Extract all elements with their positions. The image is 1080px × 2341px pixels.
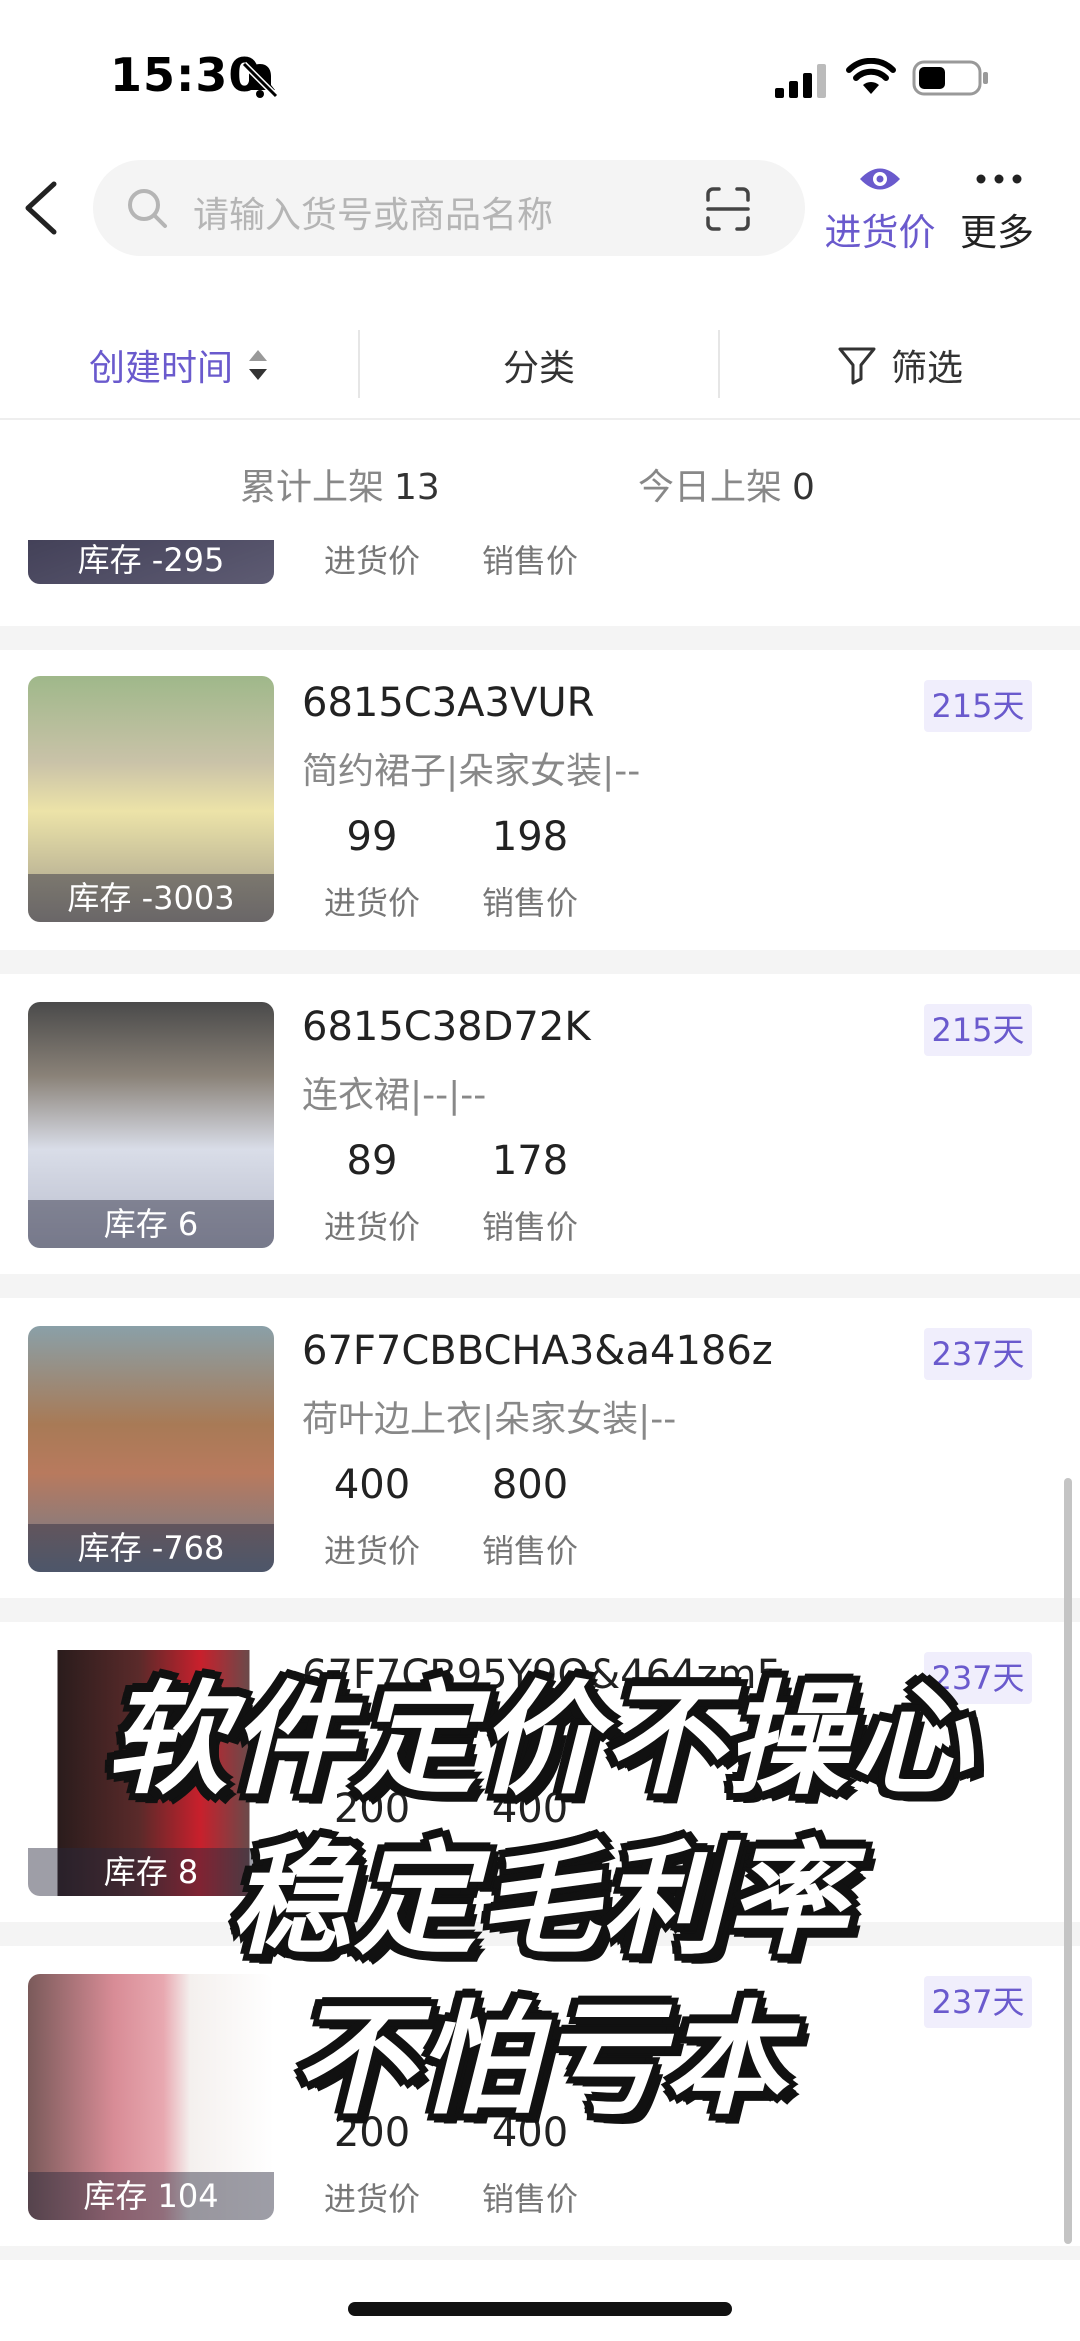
stat-today-listed: 今日上架 0 <box>638 458 815 510</box>
stat-total-label: 累计上架 <box>240 467 385 508</box>
purchase-price-value: 99 <box>346 814 398 860</box>
overlay-caption-line: 软件定价不操心 <box>106 1669 974 1811</box>
purchase-price-caption: 进货价 <box>323 2180 420 2218</box>
days-badge: 215天 <box>924 680 1032 732</box>
search-input[interactable]: 请输入货号或商品名称 <box>93 160 805 256</box>
card-separator <box>0 950 1080 974</box>
stat-total-listed: 累计上架 13 <box>240 458 440 510</box>
card-separator <box>0 1274 1080 1298</box>
stock-label: 库存 -768 <box>28 1524 274 1572</box>
more-button[interactable]: 更多 <box>952 158 1042 258</box>
product-category: 连衣裙|--|-- <box>302 1075 487 1116</box>
bell-slash-icon <box>241 61 279 99</box>
search-icon <box>128 189 167 228</box>
stat-total-value: 13 <box>394 467 440 508</box>
tab-filter[interactable]: 筛选 <box>720 320 1080 410</box>
stock-label: 库存 6 <box>28 1200 274 1248</box>
card-separator <box>0 626 1080 650</box>
product-category: 荷叶边上衣|朵家女装|-- <box>302 1399 677 1440</box>
battery-icon <box>912 60 988 96</box>
filter-bar: 创建时间 分类 筛选 <box>0 320 1080 420</box>
stat-today-label: 今日上架 <box>638 467 783 508</box>
product-sku: 67F7CBBCHA3&a4186z <box>302 1328 773 1374</box>
stats-bar: 累计上架 13 今日上架 0 <box>0 422 1080 540</box>
product-card[interactable]: 库存 -3003 6815C3A3VUR 简约裙子|朵家女装|-- 99 198… <box>0 650 1080 950</box>
tab-category[interactable]: 分类 <box>360 320 718 410</box>
tab-filter-label: 筛选 <box>890 348 963 389</box>
product-thumbnail[interactable]: 库存 -295 <box>28 540 274 584</box>
sale-price-caption: 销售价 <box>481 2180 578 2218</box>
signal-icon <box>775 64 826 98</box>
product-category: 简约裙子|朵家女装|-- <box>302 751 641 792</box>
stock-label: 库存 104 <box>28 2172 274 2220</box>
more-label: 更多 <box>960 211 1034 254</box>
product-thumbnail[interactable]: 库存 -3003 <box>28 676 274 922</box>
eye-icon <box>860 168 900 190</box>
tab-sort-created-time[interactable]: 创建时间 <box>0 320 358 410</box>
purchase-price-value: 89 <box>346 1138 398 1184</box>
purchase-price-value: 400 <box>333 1462 411 1508</box>
search-placeholder: 请输入货号或商品名称 <box>193 195 554 236</box>
overlay-caption: 软件定价不操心 稳定毛利率 不怕亏本 <box>60 1660 1020 2140</box>
card-separator <box>0 1598 1080 1622</box>
tab-sort-label: 创建时间 <box>88 348 233 389</box>
sort-icon <box>249 350 267 380</box>
purchase-price-caption: 进货价 <box>323 884 420 922</box>
more-icon <box>976 174 1022 184</box>
sale-price-value: 178 <box>491 1138 569 1184</box>
status-time: 15:30 <box>110 48 262 102</box>
sale-price-caption: 销售价 <box>481 1208 578 1246</box>
sale-price-caption: 销售价 <box>481 542 578 580</box>
funnel-icon <box>838 347 876 385</box>
purchase-price-caption: 进货价 <box>323 1532 420 1570</box>
overlay-caption-line: 不怕亏本 <box>292 1989 788 2131</box>
home-indicator[interactable] <box>348 2302 732 2316</box>
wifi-icon <box>846 58 896 94</box>
product-thumbnail[interactable]: 库存 6 <box>28 1002 274 1248</box>
purchase-price-label: 进货价 <box>824 211 936 254</box>
product-sku: 6815C3A3VUR <box>302 680 595 726</box>
sale-price-caption: 销售价 <box>481 1532 578 1570</box>
sale-price-value: 198 <box>491 814 569 860</box>
purchase-price-toggle[interactable]: 进货价 <box>820 158 940 258</box>
purchase-price-caption: 进货价 <box>323 542 420 580</box>
status-bar: 15:30 <box>0 0 1080 150</box>
sale-price-value: 800 <box>491 1462 569 1508</box>
days-badge: 237天 <box>924 1328 1032 1380</box>
stock-label: 库存 -295 <box>28 540 274 584</box>
product-thumbnail[interactable]: 库存 -768 <box>28 1326 274 1572</box>
stock-label: 库存 -3003 <box>28 874 274 922</box>
product-card[interactable]: 库存 -295 进货价 销售价 <box>0 540 1080 600</box>
purchase-price-caption: 进货价 <box>323 1208 420 1246</box>
product-card[interactable]: 库存 6 6815C38D72K 连衣裙|--|-- 89 178 进货价 销售… <box>0 974 1080 1274</box>
product-sku: 6815C38D72K <box>302 1004 591 1050</box>
product-card[interactable]: 库存 -768 67F7CBBCHA3&a4186z 荷叶边上衣|朵家女装|--… <box>0 1298 1080 1598</box>
overlay-caption-line: 稳定毛利率 <box>230 1829 850 1971</box>
tab-category-label: 分类 <box>502 348 575 389</box>
back-icon[interactable] <box>18 178 62 238</box>
scan-icon[interactable] <box>705 186 751 232</box>
days-badge: 215天 <box>924 1004 1032 1056</box>
sale-price-caption: 销售价 <box>481 884 578 922</box>
card-separator <box>0 2246 1080 2260</box>
stat-today-value: 0 <box>792 467 815 508</box>
scrollbar-thumb[interactable] <box>1064 1478 1072 2244</box>
